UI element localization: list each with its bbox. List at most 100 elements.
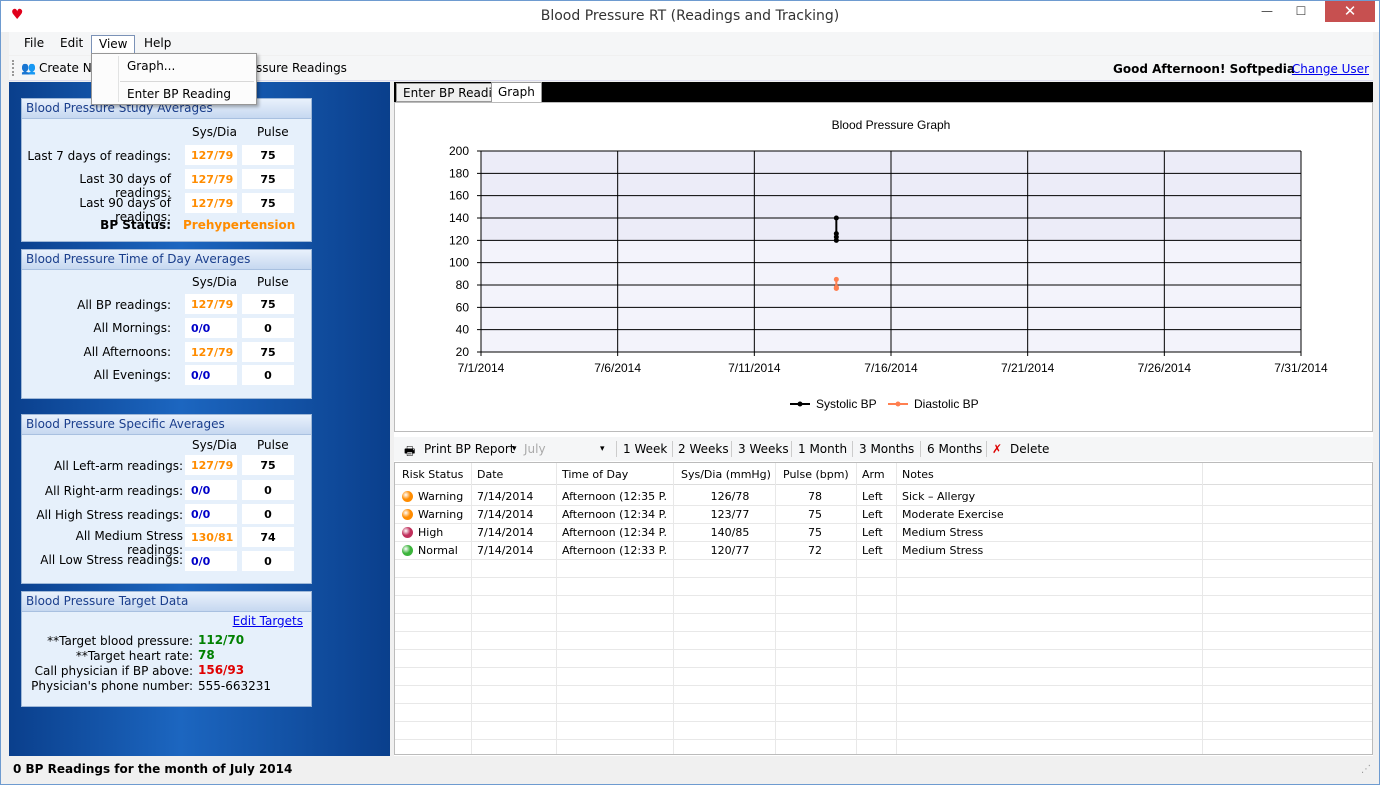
cell-risk-status: High [418, 526, 444, 539]
data-point [833, 215, 839, 221]
chevron-down-icon[interactable]: ▾ [512, 444, 517, 454]
status-dot-icon [402, 491, 413, 502]
6-months-button[interactable]: 6 Months [927, 442, 982, 456]
separator [616, 441, 617, 457]
y-tick-label: 80 [456, 278, 470, 292]
row-label: All Left-arm readings: [53, 459, 183, 473]
3-weeks-button[interactable]: 3 Weeks [738, 442, 789, 456]
maximize-button[interactable]: ☐ [1287, 1, 1315, 22]
col-pulse: Pulse [257, 125, 289, 139]
sysdia-value: 127/79 [185, 193, 237, 213]
1-month-button[interactable]: 1 Month [798, 442, 847, 456]
print-report-button[interactable]: Print BP Report [424, 442, 514, 456]
y-tick-label: 200 [449, 144, 469, 158]
cell-arm: Left [862, 508, 883, 521]
resize-grip[interactable]: ⋰ [1361, 764, 1371, 775]
row-label: All BP readings: [77, 298, 171, 312]
cell-date: 7/14/2014 [477, 508, 534, 521]
close-button[interactable]: ✕ [1325, 1, 1375, 22]
2-weeks-button[interactable]: 2 Weeks [678, 442, 729, 456]
greeting-text: Good Afternoon! Softpedia [1112, 62, 1295, 76]
bp-status-label: BP Status: [100, 218, 171, 232]
status-bar: 0 BP Readings for the month of July 2014… [1, 758, 1379, 784]
column-divider [471, 463, 472, 754]
header-sysdia[interactable]: Sys/Dia (mmHg) [681, 468, 771, 481]
cell-time: Afternoon (12:34 P... [562, 508, 667, 521]
row-divider [395, 721, 1372, 722]
separator [731, 441, 732, 457]
y-tick-label: 40 [456, 323, 470, 337]
delete-button[interactable]: Delete [1010, 442, 1049, 456]
column-divider [1202, 463, 1203, 754]
cell-arm: Left [862, 544, 883, 557]
phone-value: 555-663231 [198, 679, 272, 693]
change-user-link[interactable]: Change User [1292, 62, 1369, 76]
sysdia-value: 127/79 [185, 145, 237, 165]
header-time[interactable]: Time of Day [562, 468, 628, 481]
menu-help[interactable]: Help [137, 35, 178, 54]
phone-label: Physician's phone number: [31, 679, 193, 693]
row-divider [395, 703, 1372, 704]
tab-graph[interactable]: Graph [491, 82, 542, 102]
cell-time: Afternoon (12:34 P... [562, 526, 667, 539]
month-select[interactable]: July [524, 442, 609, 456]
sysdia-value: 0/0 [185, 365, 237, 385]
menu-edit[interactable]: Edit [53, 35, 90, 54]
menu-item-enter-bp[interactable]: Enter BP Reading [127, 87, 231, 101]
1-week-button[interactable]: 1 Week [623, 442, 667, 456]
pulse-value: 75 [242, 294, 294, 314]
menu-file[interactable]: File [17, 35, 51, 54]
menu-view[interactable]: View [91, 35, 136, 54]
x-tick-label: 7/11/2014 [728, 361, 781, 375]
y-tick-label: 60 [456, 300, 470, 314]
cell-date: 7/14/2014 [477, 526, 534, 539]
row-divider [395, 649, 1372, 650]
edit-targets-link[interactable]: Edit Targets [233, 614, 303, 628]
col-sysdia: Sys/Dia [192, 438, 237, 452]
cell-pulse: 78 [808, 490, 822, 503]
chevron-down-icon[interactable]: ▾ [600, 444, 605, 454]
header-risk-status[interactable]: Risk Status [402, 468, 463, 481]
column-divider [896, 463, 897, 754]
sysdia-value: 0/0 [185, 318, 237, 338]
row-divider [395, 631, 1372, 632]
row-label: All High Stress readings: [36, 508, 183, 522]
graph-area: Blood Pressure Graph 200 180 160 140 120 100 80… [394, 102, 1373, 432]
cell-arm: Left [862, 490, 883, 503]
header-date[interactable]: Date [477, 468, 503, 481]
3-months-button[interactable]: 3 Months [859, 442, 914, 456]
target-hr-label: **Target heart rate: [75, 649, 193, 663]
sysdia-value: 127/79 [185, 342, 237, 362]
target-data-panel: Blood Pressure Target Data Edit Targets … [21, 591, 312, 707]
x-tick-label: 7/26/2014 [1138, 361, 1192, 375]
cell-time: Afternoon (12:35 P... [562, 490, 667, 503]
tab-strip: Enter BP Reading Graph [394, 82, 1373, 102]
toolbar-grip[interactable] [12, 60, 15, 76]
separator [986, 441, 987, 457]
row-label: All Evenings: [93, 368, 171, 382]
panel-title: Blood Pressure Specific Averages [22, 415, 311, 435]
bp-status-value: Prehypertension [183, 218, 296, 232]
users-icon: 👥 [21, 61, 36, 75]
cell-risk-status: Warning [418, 490, 464, 503]
row-divider [395, 739, 1372, 740]
menu-item-graph[interactable]: Graph... [127, 59, 175, 73]
separator [672, 441, 673, 457]
status-dot-icon [402, 527, 413, 538]
cell-sysdia: 126/78 [710, 490, 750, 503]
panel-title: Blood Pressure Time of Day Averages [22, 250, 311, 270]
header-pulse[interactable]: Pulse (bpm) [783, 468, 849, 481]
column-divider [556, 463, 557, 754]
sysdia-value: 0/0 [185, 551, 237, 571]
header-arm[interactable]: Arm [862, 468, 885, 481]
header-notes[interactable]: Notes [902, 468, 934, 481]
status-dot-icon [402, 545, 413, 556]
target-hr-value: 78 [198, 648, 215, 662]
time-of-day-panel: Blood Pressure Time of Day Averages Sys/… [21, 249, 312, 399]
x-tick-label: 7/1/2014 [458, 361, 505, 375]
minimize-button[interactable]: — [1253, 1, 1281, 22]
row-label: All Right-arm readings: [44, 484, 183, 498]
y-tick-label: 20 [456, 345, 470, 359]
pressure-readings-button[interactable]: ssure Readings [256, 61, 347, 75]
sysdia-value: 127/79 [185, 169, 237, 189]
